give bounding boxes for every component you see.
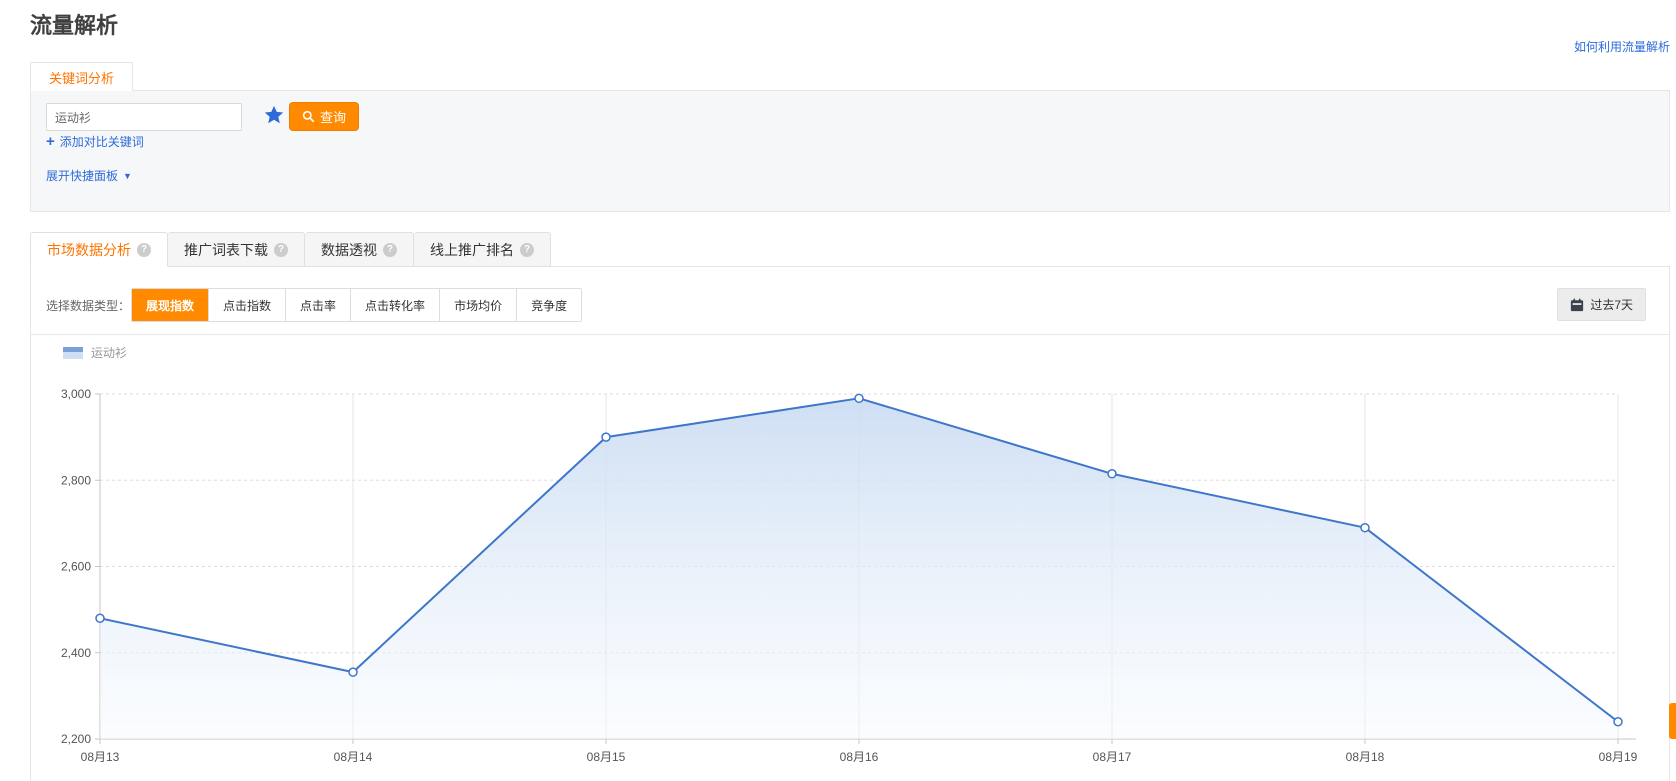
analysis-tab-bar: 市场数据分析 ? 推广词表下载 ? 数据透视 ? 线上推广排名 ? — [30, 232, 551, 267]
y-axis-label: 3,000 — [61, 387, 91, 401]
data-type-click-conversion-rate[interactable]: 点击转化率 — [350, 289, 439, 321]
data-type-competition[interactable]: 竞争度 — [516, 289, 581, 321]
data-type-click-rate[interactable]: 点击率 — [285, 289, 350, 321]
data-point[interactable] — [1614, 718, 1622, 726]
data-point[interactable] — [349, 668, 357, 676]
y-axis-label: 2,200 — [61, 732, 91, 746]
tab-data-perspective[interactable]: 数据透视 ? — [305, 232, 414, 267]
feedback-flyout-edge[interactable] — [1669, 703, 1676, 739]
chart-controls-row: 选择数据类型： 展现指数 点击指数 点击率 点击转化率 市场均价 竞争度 过去7… — [31, 267, 1669, 335]
help-icon[interactable]: ? — [137, 243, 151, 257]
y-axis-label: 2,800 — [61, 473, 91, 487]
data-type-button-group: 展现指数 点击指数 点击率 点击转化率 市场均价 竞争度 — [131, 288, 582, 322]
data-point[interactable] — [1361, 524, 1369, 532]
traffic-analysis-page: 流量解析 如何利用流量解析 关键词分析 查询 + 添加对比关键词 展开快捷面板 … — [0, 0, 1676, 781]
page-title: 流量解析 — [30, 8, 118, 40]
plus-icon: + — [46, 134, 55, 149]
x-axis-label: 08月13 — [81, 750, 120, 764]
x-axis-label: 08月14 — [334, 750, 373, 764]
y-axis-label: 2,600 — [61, 560, 91, 574]
trend-chart[interactable]: 2,200 2,400 2,600 2,800 3,000 08月13 08月14 08月15… — [31, 356, 1671, 776]
keyword-input[interactable] — [46, 103, 242, 131]
data-type-impression-index[interactable]: 展现指数 — [132, 289, 208, 321]
tab-keyword-analysis[interactable]: 关键词分析 — [30, 62, 133, 91]
data-point[interactable] — [1108, 470, 1116, 478]
data-point[interactable] — [96, 614, 104, 622]
add-compare-keyword-link[interactable]: + 添加对比关键词 — [46, 133, 144, 150]
search-icon — [302, 110, 315, 123]
keyword-panel: 查询 + 添加对比关键词 展开快捷面板 ▼ — [30, 90, 1670, 212]
search-button[interactable]: 查询 — [289, 102, 359, 131]
chevron-down-icon: ▼ — [123, 171, 132, 181]
help-icon[interactable]: ? — [520, 243, 534, 257]
tab-label: 推广词表下载 — [184, 240, 268, 260]
expand-quick-panel-link[interactable]: 展开快捷面板 ▼ — [46, 167, 132, 184]
y-axis-label: 2,400 — [61, 646, 91, 660]
market-data-panel: 选择数据类型： 展现指数 点击指数 点击率 点击转化率 市场均价 竞争度 过去7… — [30, 266, 1670, 781]
x-axis-label: 08月16 — [840, 750, 879, 764]
data-type-market-avg-price[interactable]: 市场均价 — [439, 289, 516, 321]
help-icon[interactable]: ? — [383, 243, 397, 257]
help-icon[interactable]: ? — [274, 243, 288, 257]
x-axis-label: 08月15 — [587, 750, 626, 764]
x-axis-label: 08月18 — [1346, 750, 1385, 764]
add-compare-keyword-label: 添加对比关键词 — [60, 133, 144, 150]
data-point[interactable] — [602, 433, 610, 441]
x-axis-label: 08月17 — [1093, 750, 1132, 764]
tab-promo-wordlist-download[interactable]: 推广词表下载 ? — [168, 232, 305, 267]
series-area — [100, 398, 1618, 739]
star-icon — [263, 104, 285, 126]
date-range-label: 过去7天 — [1590, 296, 1633, 313]
data-type-click-index[interactable]: 点击指数 — [208, 289, 285, 321]
x-axis-label: 08月19 — [1599, 750, 1638, 764]
tab-online-promo-ranking[interactable]: 线上推广排名 ? — [414, 232, 551, 267]
data-type-label: 选择数据类型： — [46, 297, 130, 314]
calendar-icon — [1570, 298, 1584, 312]
trend-chart-svg: 2,200 2,400 2,600 2,800 3,000 08月13 08月14 08月15… — [31, 356, 1671, 776]
tab-label: 数据透视 — [321, 240, 377, 260]
date-range-button[interactable]: 过去7天 — [1557, 288, 1646, 321]
tab-label: 市场数据分析 — [47, 240, 131, 260]
favorite-star-icon[interactable] — [263, 104, 285, 126]
expand-quick-panel-label: 展开快捷面板 — [46, 167, 118, 184]
data-point[interactable] — [855, 394, 863, 402]
tab-keyword-analysis-label: 关键词分析 — [49, 68, 114, 87]
tab-market-data-analysis[interactable]: 市场数据分析 ? — [30, 232, 168, 267]
search-button-label: 查询 — [320, 107, 346, 126]
tab-label: 线上推广排名 — [430, 240, 514, 260]
how-to-use-link[interactable]: 如何利用流量解析 — [1574, 38, 1670, 55]
